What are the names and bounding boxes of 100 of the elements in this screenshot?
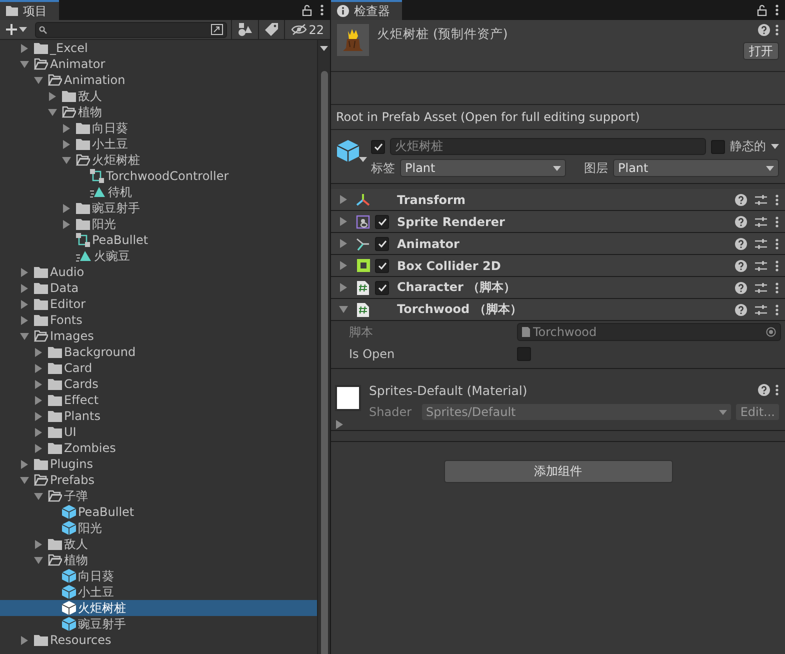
help-icon[interactable]: [735, 238, 747, 250]
tag-dropdown[interactable]: Plant: [400, 159, 566, 177]
collapsed-arrow-icon[interactable]: [339, 239, 348, 248]
tree-item[interactable]: Resources: [0, 632, 317, 648]
enabled-checkbox[interactable]: [375, 214, 389, 228]
tree-item[interactable]: Audio: [0, 264, 317, 280]
tree-item[interactable]: UI: [0, 424, 317, 440]
is-open-checkbox[interactable]: [517, 347, 531, 361]
enabled-checkbox[interactable]: [375, 258, 389, 272]
layer-dropdown[interactable]: Plant: [613, 159, 779, 177]
tree-item[interactable]: Fonts: [0, 312, 317, 328]
tree-item[interactable]: PeaBullet: [0, 504, 317, 520]
tree-item[interactable]: 小土豆: [0, 136, 317, 152]
expanded-arrow-icon[interactable]: [48, 108, 57, 116]
help-icon[interactable]: [735, 216, 747, 228]
presets-icon[interactable]: [755, 304, 767, 316]
tree-item[interactable]: 阳光: [0, 520, 317, 536]
enabled-checkbox[interactable]: [375, 280, 389, 294]
help-icon[interactable]: [735, 282, 747, 294]
tree-item[interactable]: Background: [0, 344, 317, 360]
tree-item[interactable]: Images: [0, 328, 317, 344]
tree-item[interactable]: TorchwoodController: [0, 168, 317, 184]
tree-item[interactable]: Animation: [0, 72, 317, 88]
tree-item[interactable]: Plants: [0, 408, 317, 424]
tree-item[interactable]: _Excel: [0, 40, 317, 56]
tree-item[interactable]: 植物: [0, 552, 317, 568]
collapsed-arrow-icon[interactable]: [339, 195, 348, 204]
component-header[interactable]: Character （脚本）: [331, 277, 785, 299]
project-tab[interactable]: 项目: [0, 0, 59, 20]
collapsed-arrow-icon[interactable]: [20, 636, 29, 644]
tree-item[interactable]: Card: [0, 360, 317, 376]
tree-item[interactable]: PeaBullet: [0, 232, 317, 248]
target-icon[interactable]: [766, 327, 776, 337]
presets-icon[interactable]: [755, 282, 767, 294]
inspector-tab[interactable]: 检查器: [331, 0, 402, 20]
more-options-icon[interactable]: [775, 238, 779, 250]
more-options-icon[interactable]: [775, 24, 779, 36]
tree-item[interactable]: 火炬树桩: [0, 600, 317, 616]
active-checkbox[interactable]: [371, 140, 385, 154]
help-icon[interactable]: [735, 260, 747, 272]
tree-item[interactable]: 敌人: [0, 536, 317, 552]
lock-icon[interactable]: [302, 4, 312, 16]
tree-item[interactable]: Effect: [0, 392, 317, 408]
expanded-arrow-icon[interactable]: [339, 305, 348, 314]
name-field[interactable]: 火炬树桩: [390, 138, 706, 155]
search-window-icon[interactable]: [210, 24, 223, 35]
lock-icon[interactable]: [757, 4, 767, 16]
help-icon[interactable]: [735, 194, 747, 206]
tree-item[interactable]: Prefabs: [0, 472, 317, 488]
tree-item[interactable]: 阳光: [0, 216, 317, 232]
expanded-arrow-icon[interactable]: [20, 332, 29, 340]
more-options-icon[interactable]: [320, 4, 324, 16]
search-field[interactable]: [35, 22, 227, 38]
expanded-arrow-icon[interactable]: [34, 556, 43, 564]
collapsed-arrow-icon[interactable]: [34, 540, 43, 548]
component-header[interactable]: Transform: [331, 189, 785, 211]
more-options-icon[interactable]: [775, 216, 779, 228]
help-icon[interactable]: [735, 304, 747, 316]
more-options-icon[interactable]: [775, 282, 779, 294]
component-header[interactable]: Torchwood （脚本）: [331, 299, 785, 321]
tree-item[interactable]: Zombies: [0, 440, 317, 456]
presets-icon[interactable]: [755, 238, 767, 250]
presets-icon[interactable]: [755, 216, 767, 228]
tree-item[interactable]: 豌豆射手: [0, 616, 317, 632]
tree-item[interactable]: Plugins: [0, 456, 317, 472]
tree-item[interactable]: Editor: [0, 296, 317, 312]
tree-item[interactable]: 豌豆射手: [0, 200, 317, 216]
more-options-icon[interactable]: [775, 4, 779, 16]
collapsed-arrow-icon[interactable]: [335, 420, 344, 429]
more-options-icon[interactable]: [775, 384, 779, 396]
tree-item[interactable]: 火炬树桩: [0, 152, 317, 168]
tree-item[interactable]: Data: [0, 280, 317, 296]
component-header[interactable]: Box Collider 2D: [331, 255, 785, 277]
more-options-icon[interactable]: [775, 194, 779, 206]
script-field[interactable]: Torchwood: [517, 323, 781, 341]
tree-item[interactable]: Cards: [0, 376, 317, 392]
static-checkbox[interactable]: [711, 140, 725, 154]
tree-item[interactable]: 待机: [0, 184, 317, 200]
component-header[interactable]: Animator: [331, 233, 785, 255]
presets-icon[interactable]: [755, 194, 767, 206]
collapsed-arrow-icon[interactable]: [339, 283, 348, 292]
tree-item[interactable]: 向日葵: [0, 568, 317, 584]
expanded-arrow-icon[interactable]: [62, 156, 71, 164]
tree-item[interactable]: 植物: [0, 104, 317, 120]
scrollbar[interactable]: [317, 40, 330, 654]
tree-item[interactable]: Animator: [0, 56, 317, 72]
help-icon[interactable]: [758, 384, 770, 396]
tree-item[interactable]: 向日葵: [0, 120, 317, 136]
tree-item[interactable]: 子弹: [0, 488, 317, 504]
collapsed-arrow-icon[interactable]: [48, 92, 57, 100]
presets-icon[interactable]: [755, 260, 767, 272]
collapsed-arrow-icon[interactable]: [339, 217, 348, 226]
collapsed-arrow-icon[interactable]: [339, 261, 348, 270]
tree-item[interactable]: 小土豆: [0, 584, 317, 600]
more-options-icon[interactable]: [775, 304, 779, 316]
tree-item[interactable]: 火豌豆: [0, 248, 317, 264]
tree-item[interactable]: 敌人: [0, 88, 317, 104]
collapsed-arrow-icon[interactable]: [20, 44, 29, 52]
add-component-button[interactable]: 添加组件: [444, 460, 672, 483]
enabled-checkbox[interactable]: [375, 236, 389, 250]
